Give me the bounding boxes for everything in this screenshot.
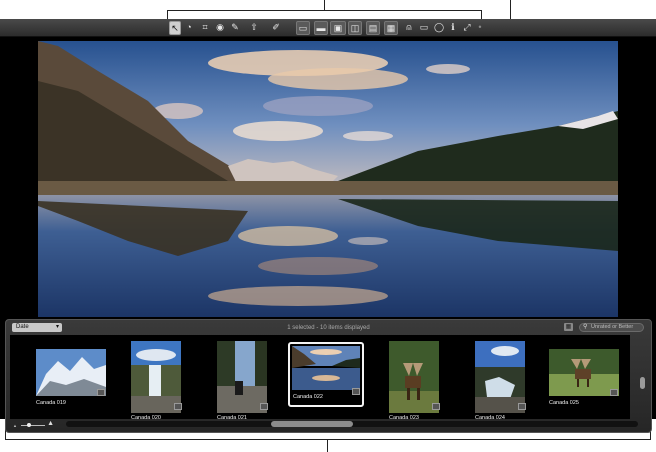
thumbnail-item[interactable]: Canada 023: [387, 335, 441, 421]
thumbnail-badge: [174, 403, 182, 410]
view-mode-button-4[interactable]: ◫: [348, 21, 362, 35]
slider-track: [21, 425, 45, 426]
horizontal-scroll-thumb[interactable]: [271, 421, 353, 427]
thumbnail-item[interactable]: Canada 019: [34, 335, 109, 419]
slider-thumb[interactable]: [27, 423, 31, 427]
crop-icon: ⌗: [202, 21, 208, 32]
thumbnail-item[interactable]: Canada 020: [129, 335, 183, 421]
thumbnail-label: Canada 025: [549, 400, 579, 406]
eyedropper-icon: ✐: [272, 21, 280, 32]
filter-search-placeholder: Unrated or Better: [591, 324, 634, 330]
callout-line-tools-top: [167, 10, 481, 11]
main-photo[interactable]: [38, 41, 618, 317]
full-screen-button[interactable]: ⤢: [462, 21, 472, 33]
fullscreen-mode-icon: ▦: [386, 22, 396, 33]
filmstrip-mode-icon: ▬: [316, 23, 326, 33]
thumbnail-item[interactable]: Canada 025: [547, 335, 622, 419]
redeye-icon: ◉: [216, 21, 224, 32]
hud-indicator: •: [476, 21, 484, 33]
selection-status: 1 selected - 10 items displayed: [287, 325, 370, 331]
grid-mode-icon: ▣: [333, 22, 343, 33]
view-mode-button-2[interactable]: ▬: [314, 21, 328, 35]
straighten-icon: ◔: [186, 22, 192, 32]
thumbnail-strip: Canada 019 Canada 020 Canada 021 Canada …: [10, 335, 630, 421]
vertical-scroll-knob[interactable]: [640, 377, 645, 389]
adjust-icon: ◯: [433, 21, 445, 32]
horizontal-scrollbar[interactable]: [66, 421, 638, 427]
large-person-icon: ▲: [47, 420, 54, 427]
thumbnail-image: [549, 349, 619, 396]
browser-view-button[interactable]: ▦: [564, 323, 573, 331]
select-tool-button[interactable]: ↖: [169, 21, 181, 35]
thumbnail-badge: [260, 403, 268, 410]
thumbnail-badge: [432, 403, 440, 410]
eyedropper-tool-button[interactable]: ✐: [268, 21, 284, 33]
projects-icon: ▭: [419, 21, 429, 32]
thumbnail-badge: [518, 403, 526, 410]
thumbnail-image: [292, 346, 360, 390]
grid-view-icon: ▦: [565, 324, 572, 330]
view-mode-button-5[interactable]: ▤: [366, 21, 380, 35]
app-window: ↖ ◔ ⌗ ◉ ✎ ⇧ ✐ ▭ ▬ ▣ ◫ ▤ ▦ ⍝ ▭ ◯ ℹ ⤢ • Da…: [0, 19, 656, 433]
view-mode-button-3[interactable]: ▣: [330, 21, 346, 35]
lake-mountain-image: [38, 41, 618, 317]
callout-line-browser-center: [327, 439, 328, 452]
thumbnail-item[interactable]: Canada 024: [473, 335, 527, 421]
viewer-mode-icon: ▭: [298, 22, 308, 33]
thumbnail-item-selected[interactable]: Canada 022: [288, 335, 364, 413]
view-mode-button-1[interactable]: ▭: [296, 21, 310, 35]
split-mode-icon: ◫: [350, 22, 360, 33]
info-button[interactable]: ℹ: [448, 21, 458, 33]
small-person-icon: ▲: [13, 423, 17, 428]
view-mode-button-6[interactable]: ▦: [384, 21, 398, 35]
loupe-button[interactable]: ⍝: [404, 21, 414, 33]
thumbnail-badge: [610, 389, 618, 396]
full-screen-icon: ⤢: [463, 21, 471, 32]
lift-stamp-icon: ⇧: [250, 21, 258, 32]
thumbnail-size-slider[interactable]: ▲ ▲: [11, 420, 55, 428]
redeye-tool-button[interactable]: ◉: [214, 21, 226, 33]
thumbnail-label: Canada 019: [36, 400, 66, 406]
thumbnail-item[interactable]: Canada 021: [215, 335, 269, 421]
adjust-button[interactable]: ◯: [434, 21, 444, 33]
retouch-icon: ✎: [231, 21, 239, 32]
search-icon: ⚲: [583, 324, 588, 330]
viewer: [0, 37, 656, 319]
projects-button[interactable]: ▭: [418, 21, 430, 33]
straighten-tool-button[interactable]: ◔: [183, 21, 195, 33]
filter-search-field[interactable]: ⚲ Unrated or Better: [579, 323, 644, 332]
thumbnail-label: Canada 022: [293, 394, 323, 400]
retouch-tool-button[interactable]: ✎: [229, 21, 241, 33]
thumbnail-badge: [97, 389, 105, 396]
browser-pane: Date ▾ 1 selected - 10 items displayed ▦…: [5, 319, 652, 433]
toolbar: ↖ ◔ ⌗ ◉ ✎ ⇧ ✐ ▭ ▬ ▣ ◫ ▤ ▦ ⍝ ▭ ◯ ℹ ⤢ •: [0, 19, 656, 37]
callout-line-tools-center: [324, 0, 325, 10]
thumbnail-badge: [352, 388, 360, 395]
loupe-icon: ⍝: [406, 21, 412, 32]
callout-line-browser-bottom: [5, 439, 651, 440]
select-icon: ↖: [171, 22, 179, 33]
dot-icon: •: [478, 22, 482, 32]
info-icon: ℹ: [451, 21, 455, 32]
crop-tool-button[interactable]: ⌗: [199, 21, 211, 33]
thumbnail-image: [36, 349, 106, 396]
lift-stamp-tool-button[interactable]: ⇧: [248, 21, 260, 33]
compare-mode-icon: ▤: [368, 22, 378, 33]
